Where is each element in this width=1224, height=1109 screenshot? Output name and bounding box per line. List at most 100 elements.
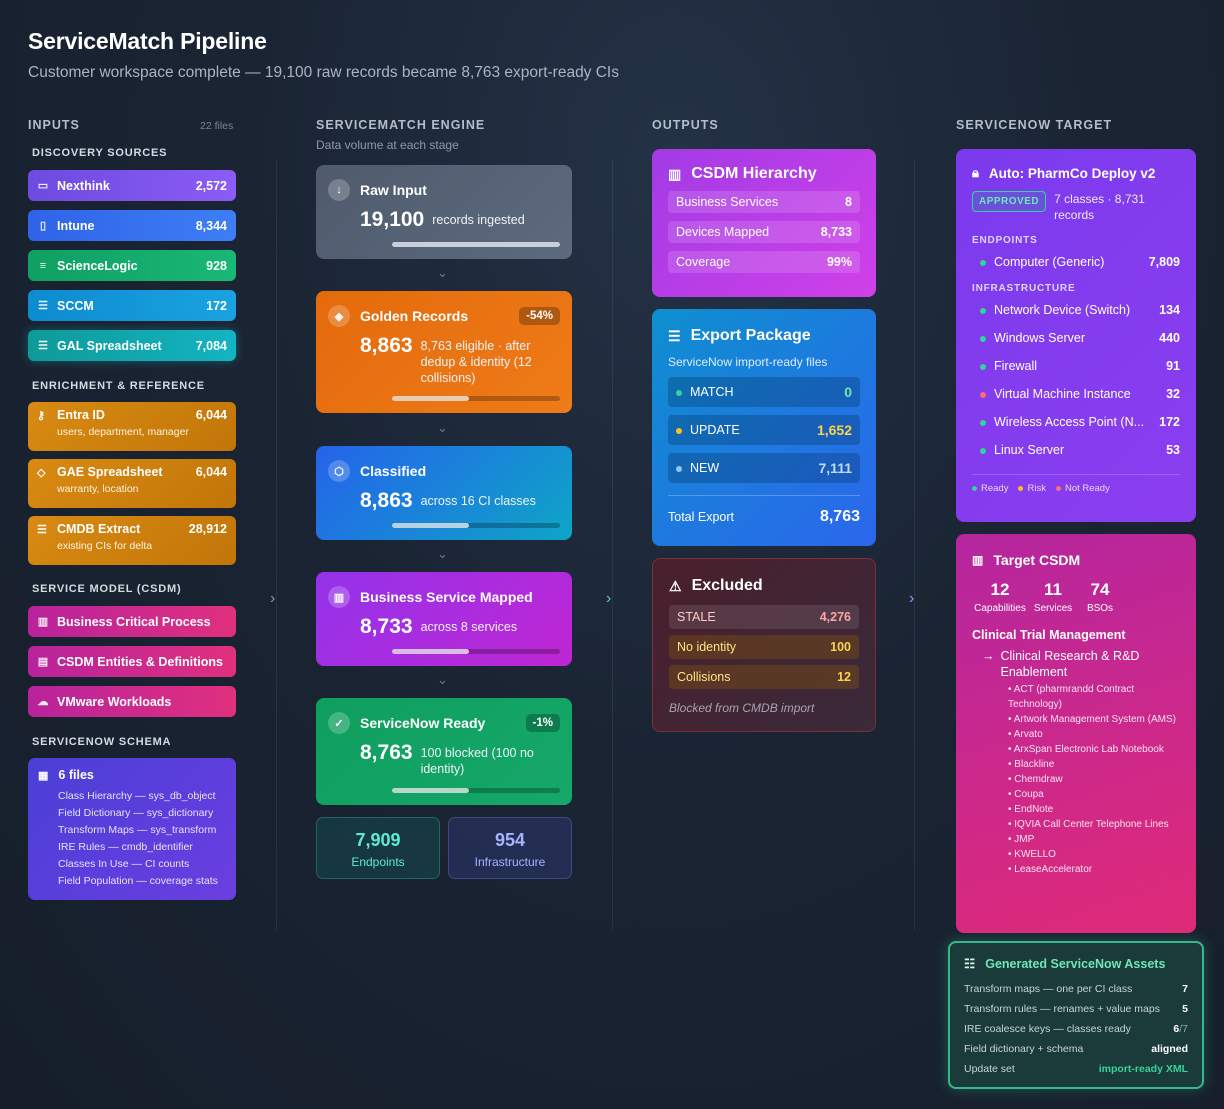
document-icon: ▤: [37, 656, 49, 668]
class-count: 53: [1166, 443, 1180, 457]
chevron-right-icon: ›: [270, 590, 276, 607]
stage-golden-records[interactable]: ◈ Golden Records -54% 8,863 8,763 eligible …: [316, 291, 572, 413]
source-entra-id[interactable]: ⚷ Entra ID 6,044 users, department, manage…: [28, 402, 236, 451]
card-title: Target CSDM: [993, 552, 1081, 568]
asset-value: aligned: [1151, 1043, 1188, 1055]
csdm-business-critical-process[interactable]: ▥ Business Critical Process: [28, 606, 236, 637]
csdm-hierarchy-card[interactable]: ▥ CSDM Hierarchy Business Services 8 Devic…: [652, 149, 876, 297]
chevron-down-icon: ⌄: [437, 546, 448, 561]
asset-label: Update set: [964, 1063, 1015, 1075]
stage-badge: -1%: [525, 714, 560, 732]
source-cmdb-extract[interactable]: ☰ CMDB Extract 28,912 existing CIs for del…: [28, 516, 236, 565]
source-intune[interactable]: ▯ Intune 8,344: [28, 210, 236, 241]
asset-row: Transform maps — one per CI class 7: [964, 979, 1188, 999]
card-title: Excluded: [691, 577, 763, 594]
building-icon: ▥: [328, 586, 350, 608]
stage-servicenow-ready[interactable]: ✓ ServiceNow Ready -1% 8,763 100 blocked (1…: [316, 698, 572, 805]
stat-label: BSOs: [1086, 603, 1114, 614]
stage-classified[interactable]: ⬡ Classified 8,863 across 16 CI classes: [316, 446, 572, 540]
source-nexthink[interactable]: ▭ Nexthink 2,572: [28, 170, 236, 201]
database-icon: ☰: [38, 300, 48, 312]
application-list: • ACT (pharmrandd Contract Technology) •…: [1008, 682, 1180, 877]
deploy-card[interactable]: 🔒︎ Auto: PharmCo Deploy v2 APPROVED 7 cla…: [956, 149, 1196, 522]
cloud-icon: ☁: [37, 696, 49, 708]
source-count: 928: [206, 258, 227, 273]
row-value: 100: [830, 640, 851, 654]
stage-raw-input[interactable]: ↓ Raw Input 19,100 records ingested: [316, 165, 572, 259]
deploy-summary: 7 classes · 8,731 records: [1054, 192, 1145, 222]
row-label: Devices Mapped: [676, 225, 770, 239]
source-label: Nexthink: [57, 178, 110, 193]
source-sciencelogic[interactable]: ≡ ScienceLogic 928: [28, 250, 236, 281]
schema-item: Classes In Use — CI counts: [58, 858, 190, 870]
stage-progress: [392, 242, 560, 247]
application-item: • LeaseAccelerator: [1008, 864, 1093, 875]
generated-assets-card[interactable]: ☷ Generated ServiceNow Assets Transform m…: [948, 941, 1204, 1089]
asset-row: Field dictionary + schema aligned: [964, 1039, 1188, 1059]
discovery-heading: DISCOVERY SOURCES: [32, 147, 168, 159]
row-label: Collisions: [677, 670, 731, 684]
target-csdm-card[interactable]: ▥ Target CSDM 12 Capabilities 11 Services 7…: [956, 534, 1196, 933]
column-divider: [612, 160, 613, 930]
application-item: • EndNote: [1008, 804, 1054, 815]
source-label: GAE Spreadsheet: [57, 465, 163, 479]
hierarchy-row: Devices Mapped 8,733: [668, 221, 860, 243]
card-subtitle: ServiceNow import-ready files: [668, 355, 828, 369]
lock-icon: 🔒︎: [972, 165, 979, 180]
source-description: users, department, manager: [57, 426, 189, 438]
column-divider: [914, 160, 915, 930]
stage-description: records ingested: [432, 213, 525, 227]
row-label: STALE: [677, 610, 716, 624]
application-item: • Artwork Management System (AMS): [1008, 714, 1176, 725]
cube-icon: ⬡: [328, 460, 350, 482]
source-count: 8,344: [195, 218, 227, 233]
application-item: • KWELLO: [1008, 849, 1056, 860]
source-label: SCCM: [57, 298, 94, 313]
class-row: Linux Server 53: [980, 436, 1180, 464]
endpoints-summary[interactable]: 7,909 Endpoints: [316, 817, 440, 879]
endpoints-value: 7,909: [355, 830, 401, 850]
source-sccm[interactable]: ☰ SCCM 172: [28, 290, 236, 321]
csdm-heading: SERVICE MODEL (CSDM): [32, 583, 182, 595]
stage-value: 8,733: [360, 615, 413, 638]
export-package-card[interactable]: ☰ Export Package ServiceNow import-ready …: [652, 309, 876, 546]
stage-value: 8,863: [360, 334, 413, 357]
asset-row: Update set import-ready XML: [964, 1059, 1188, 1079]
chevron-down-icon: ⌄: [437, 672, 448, 687]
database-icon: ☰: [37, 523, 47, 536]
infrastructure-value: 954: [494, 830, 526, 850]
row-value: 0: [844, 384, 852, 400]
building-icon: ▥: [972, 553, 984, 567]
check-circle-icon: ✓: [328, 712, 350, 734]
csdm-vmware-workloads[interactable]: ☁ VMware Workloads: [28, 686, 236, 717]
source-count: 28,912: [188, 522, 227, 536]
stage-business-service-mapped[interactable]: ▥ Business Service Mapped 8,733 across 8 s…: [316, 572, 572, 666]
csdm-entities-definitions[interactable]: ▤ CSDM Entities & Definitions: [28, 646, 236, 677]
class-row: Windows Server 440: [980, 324, 1180, 352]
source-gal-spreadsheet[interactable]: ☰ GAL Spreadsheet 7,084: [28, 330, 236, 361]
class-label: Firewall: [994, 359, 1038, 373]
source-label: Entra ID: [57, 408, 105, 422]
legend-ready: Ready: [981, 483, 1009, 494]
source-label: CMDB Extract: [57, 522, 141, 536]
schema-card[interactable]: ▦ 6 files Class Hierarchy — sys_db_objec…: [28, 758, 236, 900]
row-value: 7,111: [818, 460, 853, 476]
schema-item: Class Hierarchy — sys_db_object: [58, 790, 216, 802]
excluded-card[interactable]: ⚠ Excluded STALE 4,276 No identity 100 Coll…: [652, 558, 876, 732]
source-count: 172: [206, 298, 227, 313]
chevron-right-icon: ›: [909, 590, 915, 607]
card-title: CSDM Hierarchy: [691, 165, 817, 182]
inputs-heading: INPUTS: [28, 118, 80, 132]
class-label: Computer (Generic): [994, 255, 1105, 269]
excluded-row-no-identity: No identity 100: [669, 635, 859, 659]
stat-value: 74: [1090, 580, 1110, 599]
asset-label: Field dictionary + schema: [964, 1043, 1084, 1055]
stage-title: Golden Records: [360, 308, 469, 324]
application-item: • ACT (pharmrandd Contract Technology): [1008, 684, 1135, 710]
service-label: Clinical Research & R&D Enablement: [1000, 649, 1140, 679]
source-gae-spreadsheet[interactable]: ◇ GAE Spreadsheet 6,044 warranty, location: [28, 459, 236, 508]
infrastructure-summary[interactable]: 954 Infrastructure: [448, 817, 572, 879]
asset-value: 5: [1182, 1003, 1188, 1015]
asset-label: IRE coalesce keys — classes ready: [964, 1023, 1131, 1035]
infrastructure-heading: INFRASTRUCTURE: [972, 283, 1076, 294]
